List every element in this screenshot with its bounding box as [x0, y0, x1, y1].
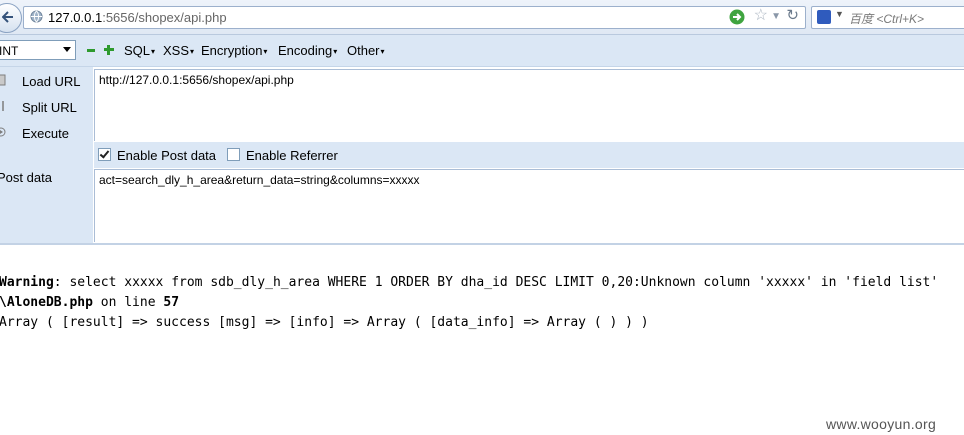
menu-encoding-label: Encoding: [278, 43, 333, 58]
on-line-text: on line: [92, 295, 164, 310]
globe-icon: [30, 10, 43, 23]
hackbar-toolbar: INT SQL▾ XSS▾ Encryption▾ Encoding▾ Othe…: [0, 35, 964, 67]
caret-icon: ▾: [190, 47, 195, 56]
warning-line: Warning: select xxxxx from sdb_dly_h_are…: [0, 275, 938, 290]
options-row: Enable Post data Enable Referrer: [94, 142, 964, 168]
hackbar-side-panel: Load URL Split URL Execute Post data: [0, 67, 93, 243]
warning-text: : select xxxxx from sdb_dly_h_area WHERE…: [53, 275, 939, 290]
load-url-button[interactable]: Load URL: [0, 70, 93, 92]
url-host: 127.0.0.1: [48, 10, 103, 25]
search-bar[interactable]: ▼ 百度 <Ctrl+K>: [811, 6, 964, 29]
history-dropdown-icon[interactable]: ▼: [771, 8, 781, 26]
bookmark-star-icon[interactable]: ☆: [754, 7, 768, 25]
execute-icon: [0, 127, 6, 137]
go-arrow-icon[interactable]: [729, 9, 745, 25]
url-path: :5656/shopex/api.php: [102, 10, 227, 25]
post-data-label: Post data: [0, 170, 52, 185]
watermark: www.wooyun.org: [826, 416, 937, 432]
search-placeholder: 百度 <Ctrl+K>: [849, 12, 925, 26]
caret-icon: ▾: [151, 47, 156, 56]
menu-encoding[interactable]: Encoding▾: [278, 43, 337, 58]
menu-xss[interactable]: XSS▾: [163, 43, 194, 58]
search-engine-icon[interactable]: [817, 10, 831, 24]
decrease-icon[interactable]: [87, 49, 95, 52]
menu-encryption-label: Encryption: [201, 43, 263, 58]
split-url-icon: [2, 101, 4, 111]
caret-icon: ▾: [333, 47, 338, 56]
menu-xss-label: XSS: [163, 43, 190, 58]
caret-icon: ▾: [263, 47, 268, 56]
increase-icon[interactable]: [104, 45, 114, 55]
load-url-label: Load URL: [22, 74, 81, 89]
warning-file: \AloneDB.php: [0, 295, 93, 310]
back-button[interactable]: [0, 3, 22, 33]
checkbox-checked-icon: [98, 148, 111, 161]
address-bar[interactable]: 127.0.0.1:5656/shopex/api.php ☆ ▼ ↻: [23, 6, 806, 29]
back-arrow-icon: [2, 11, 13, 23]
browser-navbar: 127.0.0.1:5656/shopex/api.php ☆ ▼ ↻ ▼ 百度…: [0, 0, 964, 35]
url-textarea-value: http://127.0.0.1:5656/shopex/api.php: [99, 73, 294, 87]
menu-other-label: Other: [347, 43, 380, 58]
post-data-value: act=search_dly_h_area&return_data=string…: [99, 173, 420, 187]
caret-icon: ▾: [380, 47, 385, 56]
array-output: Array ( [result] => success [msg] => [in…: [0, 315, 649, 330]
reload-icon[interactable]: ↻: [786, 7, 799, 25]
execute-label: Execute: [22, 126, 69, 141]
enable-post-label: Enable Post data: [117, 148, 217, 163]
warning-label: Warning: [0, 275, 54, 290]
chevron-down-icon[interactable]: ▼: [835, 9, 844, 19]
type-select[interactable]: INT: [0, 40, 76, 60]
menu-sql-label: SQL: [124, 43, 151, 58]
menu-other[interactable]: Other▾: [347, 43, 385, 58]
chevron-down-icon: [63, 47, 71, 52]
enable-referrer-label: Enable Referrer: [246, 148, 338, 163]
menu-sql[interactable]: SQL▾: [124, 43, 155, 58]
warning-location: \AloneDB.php on line 57: [0, 295, 179, 310]
split-url-label: Split URL: [22, 100, 77, 115]
split-url-button[interactable]: Split URL: [0, 96, 93, 118]
panel-divider: [0, 243, 964, 245]
url-textarea[interactable]: http://127.0.0.1:5656/shopex/api.php: [94, 69, 964, 141]
address-text: 127.0.0.1:5656/shopex/api.php: [48, 10, 227, 25]
post-data-textarea[interactable]: act=search_dly_h_area&return_data=string…: [94, 169, 964, 242]
execute-button[interactable]: Execute: [0, 122, 93, 144]
menu-encryption[interactable]: Encryption▾: [201, 43, 267, 58]
checkbox-unchecked-icon: [227, 148, 240, 161]
type-select-value: INT: [0, 44, 19, 58]
warning-line-number: 57: [163, 295, 180, 310]
load-url-icon: [0, 74, 6, 86]
